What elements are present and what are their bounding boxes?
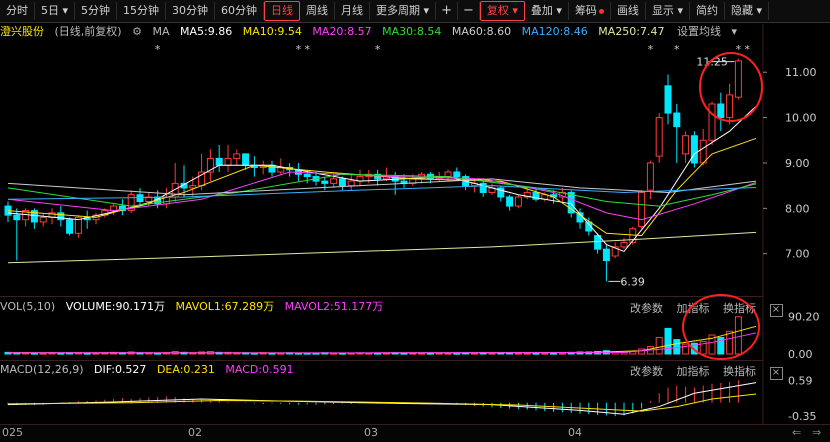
candle-up — [699, 139, 707, 164]
volume-bar-up — [523, 352, 531, 355]
candle-up — [708, 103, 716, 141]
dea-line — [7, 393, 757, 412]
volume-tick-label: 90.20 — [788, 311, 820, 324]
volume-bar-down — [453, 352, 461, 355]
candle-down — [453, 171, 461, 178]
date-tick: 025 — [2, 426, 23, 439]
dif-line — [7, 382, 757, 415]
volume-bar-up — [444, 352, 452, 355]
candle-up — [39, 216, 47, 223]
volume-bar-up — [488, 352, 496, 355]
scroll-right-icon[interactable]: ⇒ — [812, 426, 821, 439]
event-star-icon: * — [375, 43, 381, 56]
event-star-icon: * — [648, 43, 654, 56]
candle-down — [673, 112, 681, 128]
candle-up — [726, 94, 734, 119]
volume-bar-down — [550, 352, 558, 355]
volume-bar-up — [726, 330, 734, 355]
candle-up — [444, 171, 452, 178]
candle-down — [13, 214, 21, 221]
volume-bar-up — [682, 343, 690, 355]
volume-bar-up — [514, 352, 522, 355]
candle-down — [664, 85, 672, 114]
candle-up — [646, 162, 654, 191]
candle-down — [66, 219, 74, 234]
candle-up — [620, 241, 628, 248]
volume-tick-label: 0.00 — [788, 348, 813, 361]
volume-bar-down — [57, 352, 65, 355]
candle-down — [242, 153, 250, 166]
macd-tick-label: -0.35 — [788, 410, 816, 423]
volume-bar-down — [30, 352, 38, 355]
candle-up — [189, 185, 197, 189]
candle-down — [717, 103, 725, 119]
candle-down — [602, 248, 610, 262]
volume-bar-up — [541, 352, 549, 355]
event-star-icon: * — [155, 43, 161, 56]
date-tick: 04 — [568, 426, 582, 439]
candle-down — [303, 173, 311, 178]
price-tick-label: 8.00 — [785, 202, 810, 215]
ma250-line — [7, 231, 757, 264]
volume-bar-up — [734, 316, 742, 355]
volume-bar-up — [558, 352, 566, 355]
price-tick-label: 11.00 — [785, 66, 817, 79]
volume-bar-up — [470, 352, 478, 355]
scroll-left-icon[interactable]: ⇐ — [792, 426, 801, 439]
event-star-icon: * — [304, 43, 310, 56]
candle-up — [638, 191, 646, 227]
candle-down — [338, 178, 346, 187]
volume-bar-down — [83, 352, 91, 355]
price-tick-label: 10.00 — [785, 112, 817, 125]
date-axis: 025 02 03 04 ⇐ ⇒ — [0, 424, 830, 442]
ma5-line — [7, 105, 757, 253]
price-tick-label: 9.00 — [785, 157, 810, 170]
candle-down — [215, 157, 223, 166]
volume-bar-up — [39, 352, 47, 355]
candle-up — [224, 157, 232, 166]
price-tick-label: 7.00 — [785, 248, 810, 261]
candle-up — [330, 178, 338, 184]
candle-up — [655, 117, 663, 157]
candle-up — [233, 153, 241, 159]
candle-up — [734, 60, 742, 98]
volume-bar-up — [92, 352, 100, 355]
volume-bar-down — [664, 327, 672, 355]
candle-down — [321, 180, 329, 184]
candle-up — [682, 135, 690, 155]
low-marker-label: 6.39 — [620, 275, 645, 288]
volume-bar-down — [532, 352, 540, 355]
date-tick: 03 — [364, 426, 378, 439]
candle-down — [506, 196, 514, 207]
macd-tick-label: 0.59 — [788, 374, 813, 387]
high-marker-label: 11.25 — [696, 56, 728, 69]
event-star-icon: * — [674, 43, 680, 56]
date-tick: 02 — [188, 426, 202, 439]
volume-bar-down — [673, 339, 681, 355]
volume-bar-up — [655, 336, 663, 355]
candle-down — [136, 194, 144, 203]
candle-up — [347, 180, 355, 187]
event-star-icon: * — [744, 43, 750, 56]
kline-chart[interactable]: 11.0010.009.008.007.0011.256.39* * * * * * * *9… — [0, 0, 830, 441]
candle-up — [514, 196, 522, 207]
event-star-icon: * — [296, 43, 302, 56]
candle-down — [690, 135, 698, 164]
